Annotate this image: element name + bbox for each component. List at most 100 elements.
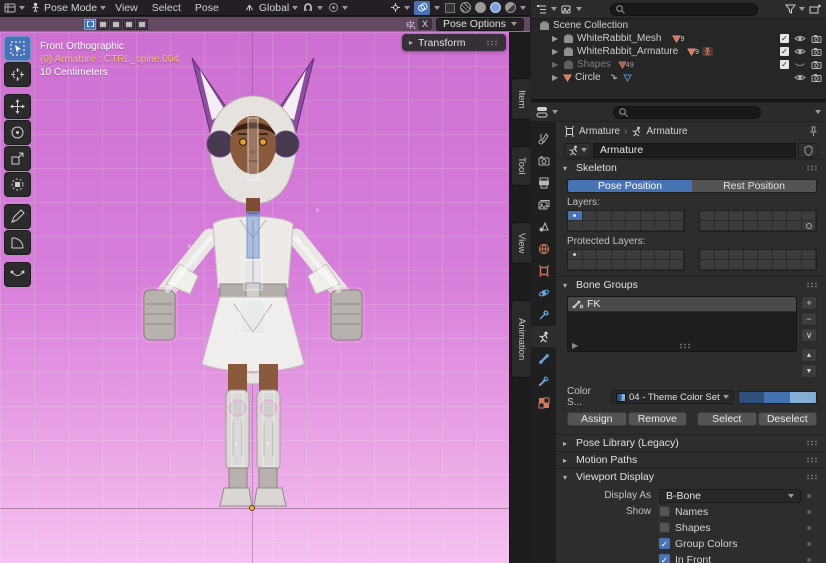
- shading-wireframe-button[interactable]: [460, 2, 471, 13]
- remove-button[interactable]: Remove: [628, 412, 688, 426]
- layer-cell[interactable]: [787, 221, 802, 231]
- layer-cell[interactable]: [670, 211, 685, 221]
- layer-cell[interactable]: [787, 260, 802, 270]
- layer-cell[interactable]: [655, 211, 670, 221]
- id-name-input[interactable]: Armature: [593, 143, 796, 158]
- layer-cell[interactable]: [715, 250, 730, 260]
- layer-cell[interactable]: [715, 221, 730, 231]
- layer-cell[interactable]: [626, 250, 641, 260]
- breadcrumb-data[interactable]: Armature: [646, 126, 687, 137]
- outliner-search[interactable]: [610, 3, 758, 16]
- layer-cell[interactable]: [583, 221, 598, 231]
- layer-cell[interactable]: [655, 250, 670, 260]
- hide-eye-icon[interactable]: [794, 73, 806, 82]
- layer-cell[interactable]: [802, 260, 817, 270]
- pose-options-dropdown[interactable]: Pose Options: [436, 18, 524, 31]
- layer-cell[interactable]: [583, 211, 598, 221]
- deselect-button[interactable]: Deselect: [758, 412, 818, 426]
- decorator-dot[interactable]: [801, 494, 817, 498]
- disable-render-camera-icon[interactable]: [811, 60, 822, 69]
- pose-position-button[interactable]: Pose Position: [568, 180, 692, 192]
- rest-position-button[interactable]: Rest Position: [692, 180, 816, 192]
- menu-pose[interactable]: Pose: [190, 2, 224, 14]
- add-bone-group-button[interactable]: +: [801, 296, 817, 310]
- snap-toggle[interactable]: [302, 2, 323, 14]
- tab-physics-properties[interactable]: [531, 282, 556, 303]
- decorator-dot[interactable]: [801, 510, 817, 514]
- layer-cell[interactable]: [612, 250, 627, 260]
- chevron-down-icon[interactable]: [815, 110, 821, 114]
- layer-cell[interactable]: [758, 221, 773, 231]
- bone-group-specials-button[interactable]: ∨: [801, 328, 817, 342]
- menu-view[interactable]: View: [110, 2, 143, 14]
- color-set-preview[interactable]: [738, 391, 817, 404]
- outliner-row-scene-collection[interactable]: Scene Collection: [531, 19, 826, 32]
- in-front-checkbox[interactable]: ✓: [659, 554, 670, 563]
- layer-cell[interactable]: [583, 260, 598, 270]
- assign-button[interactable]: Assign: [567, 412, 627, 426]
- layer-cell[interactable]: [641, 250, 656, 260]
- overlays-toggle[interactable]: [414, 1, 430, 15]
- transform-panel-header[interactable]: ▸ Transform: [402, 34, 506, 51]
- layer-cell[interactable]: [700, 211, 715, 221]
- layer-cell[interactable]: [670, 260, 685, 270]
- tab-object-constraint-properties[interactable]: [531, 304, 556, 325]
- layer-cell[interactable]: [773, 250, 788, 260]
- layer-cell[interactable]: [597, 260, 612, 270]
- hidden-eye-closed-icon[interactable]: [794, 60, 806, 69]
- layer-cell[interactable]: [641, 211, 656, 221]
- tab-world-properties[interactable]: [531, 238, 556, 259]
- tool-cursor[interactable]: [4, 62, 31, 87]
- layer-cell[interactable]: [612, 221, 627, 231]
- tab-object-properties[interactable]: [531, 260, 556, 281]
- tab-output-properties[interactable]: [531, 172, 556, 193]
- select-mode-set[interactable]: [84, 19, 96, 30]
- layer-cell[interactable]: [568, 221, 583, 231]
- bone-groups-list[interactable]: FK ▶: [567, 296, 797, 352]
- layer-cell[interactable]: [787, 211, 802, 221]
- panel-skeleton-header[interactable]: ▾ Skeleton: [556, 159, 826, 176]
- mode-select[interactable]: Pose Mode: [29, 2, 106, 14]
- layer-cell[interactable]: [802, 250, 817, 260]
- move-group-up-button[interactable]: ▲: [801, 348, 817, 362]
- layer-cell[interactable]: [700, 250, 715, 260]
- layer-cell[interactable]: [715, 211, 730, 221]
- xray-toggle[interactable]: [444, 2, 456, 14]
- decorator-dot[interactable]: [801, 526, 817, 530]
- display-as-dropdown[interactable]: B-Bone: [659, 489, 801, 503]
- expand-icon[interactable]: ▶: [552, 73, 560, 82]
- tab-view[interactable]: View: [511, 222, 531, 264]
- select-mode-intersect[interactable]: [136, 19, 148, 30]
- layer-cell[interactable]: [626, 260, 641, 270]
- editor-type-button[interactable]: [4, 2, 25, 14]
- layer-cell[interactable]: [597, 211, 612, 221]
- exclude-checkbox[interactable]: ✓: [780, 60, 789, 69]
- tab-item[interactable]: Item: [511, 78, 531, 120]
- select-mode-invert[interactable]: [123, 19, 135, 30]
- panel-motion-paths-header[interactable]: ▸ Motion Paths: [556, 451, 826, 468]
- new-collection-button[interactable]: [809, 4, 821, 15]
- properties-editor-type[interactable]: [536, 106, 558, 118]
- tab-bone-properties[interactable]: [531, 348, 556, 369]
- layer-cell[interactable]: [568, 250, 583, 260]
- outliner-filter[interactable]: [785, 4, 805, 14]
- tool-rotate[interactable]: [4, 120, 31, 145]
- tab-tool-properties[interactable]: [531, 128, 556, 149]
- select-mode-subtract[interactable]: [110, 19, 122, 30]
- tab-object-data-properties[interactable]: [531, 326, 556, 347]
- layer-cell[interactable]: [729, 250, 744, 260]
- layer-cell[interactable]: [568, 260, 583, 270]
- layer-cell[interactable]: [715, 260, 730, 270]
- layer-cell[interactable]: [655, 260, 670, 270]
- tab-scene-properties[interactable]: [531, 216, 556, 237]
- layer-cell[interactable]: [744, 260, 759, 270]
- panel-pose-library-header[interactable]: ▸ Pose Library (Legacy): [556, 434, 826, 451]
- shapes-checkbox[interactable]: [659, 522, 670, 533]
- tool-select-box[interactable]: [4, 36, 31, 61]
- outliner-row-whiterabbit-armature[interactable]: ▶ WhiteRabbit_Armature 9 ✓: [531, 45, 826, 58]
- layer-cell[interactable]: [758, 260, 773, 270]
- panel-bone-groups-header[interactable]: ▾ Bone Groups: [556, 276, 826, 293]
- layer-cell[interactable]: [700, 260, 715, 270]
- list-expand-icon[interactable]: ▶: [572, 341, 578, 350]
- move-group-down-button[interactable]: ▼: [801, 364, 817, 378]
